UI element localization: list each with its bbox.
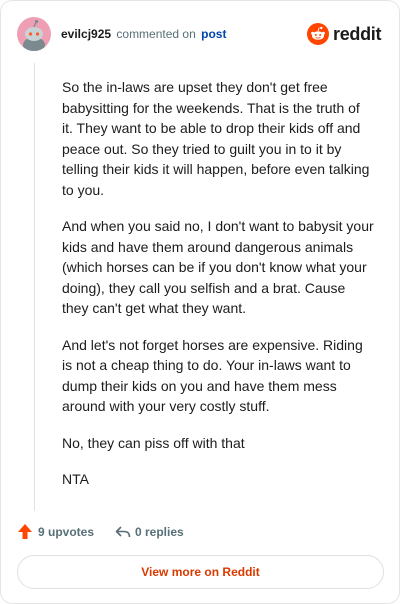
comment-paragraph: And let's not forget horses are expensiv… xyxy=(62,336,363,415)
comment-body: So the in-laws are upset they don't get … xyxy=(62,77,374,506)
reply-count: 0 replies xyxy=(135,525,184,539)
view-more-button[interactable]: View more on Reddit xyxy=(17,555,384,589)
comment-paragraph: NTA xyxy=(62,471,89,487)
snoo-avatar-icon[interactable] xyxy=(17,17,51,51)
comment-meta: evilcj925 commented on post xyxy=(61,27,226,41)
username-link[interactable]: evilcj925 xyxy=(61,27,111,41)
post-link[interactable]: post xyxy=(201,27,226,41)
upvote-count: 9 upvotes xyxy=(38,525,95,539)
commented-on-label: commented on xyxy=(116,27,196,41)
reddit-logo[interactable]: reddit xyxy=(307,23,385,45)
comment-paragraph: So the in-laws are upset they don't get … xyxy=(62,79,370,198)
comment-paragraph: And when you said no, I don't want to ba… xyxy=(62,218,374,316)
thread-line xyxy=(34,63,35,511)
comment-card: evilcj925 commented on post reddit So th… xyxy=(0,0,400,604)
reddit-wordmark: reddit xyxy=(333,24,382,44)
upvote-arrow-icon xyxy=(18,524,32,539)
reddit-logo-icon xyxy=(307,23,329,45)
reply-arrow-icon xyxy=(115,526,131,538)
comment-paragraph: No, they can piss off with that xyxy=(62,434,245,451)
comment-header: evilcj925 commented on post reddit xyxy=(17,17,385,51)
